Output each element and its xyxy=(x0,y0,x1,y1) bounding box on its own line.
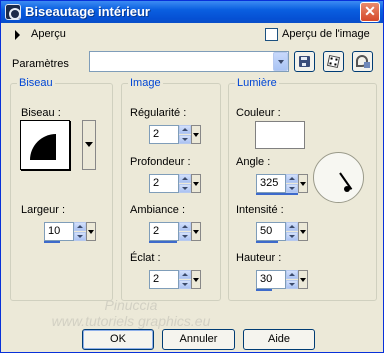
angle-dial[interactable] xyxy=(313,152,364,203)
image-preview-checkbox-label[interactable]: Aperçu de l'image xyxy=(282,28,370,40)
bevel-shape-dropdown-button[interactable] xyxy=(82,120,96,170)
intensity-down-arrow[interactable] xyxy=(286,232,298,241)
watermark-line-2: www.tutoriels graphics.eu xyxy=(51,313,211,329)
app-icon xyxy=(5,4,21,20)
bevel-shape-preview[interactable] xyxy=(20,120,70,170)
ambience-down-arrow[interactable] xyxy=(179,232,191,241)
color-label: Couleur : xyxy=(236,107,281,119)
dialog-window: Biseautage intérieur ✕ Aperçu Aperçu de … xyxy=(0,0,384,353)
depth-menu-button[interactable] xyxy=(191,174,201,193)
smoothness-label: Régularité : xyxy=(130,107,187,119)
depth-input[interactable]: 2 xyxy=(149,174,179,193)
angle-up-arrow[interactable] xyxy=(286,174,298,183)
width-down-arrow[interactable] xyxy=(74,232,86,241)
shininess-down-arrow[interactable] xyxy=(179,280,191,289)
shininess-input[interactable]: 2 xyxy=(149,270,179,289)
shininess-spinner[interactable]: 2 xyxy=(149,270,201,289)
depth-label: Profondeur : xyxy=(130,156,191,168)
width-up-arrow[interactable] xyxy=(74,222,86,231)
elevation-menu-button[interactable] xyxy=(298,270,308,289)
bevel-label: Biseau : xyxy=(21,107,61,119)
width-spinner[interactable]: 10 xyxy=(44,222,96,243)
smoothness-menu-button[interactable] xyxy=(191,125,201,144)
image-preview-checkbox[interactable] xyxy=(265,28,278,41)
ambience-menu-button[interactable] xyxy=(191,222,201,241)
elevation-input[interactable]: 30 xyxy=(256,270,286,289)
elevation-up-arrow[interactable] xyxy=(286,270,298,279)
angle-input[interactable]: 325 xyxy=(256,174,286,193)
close-button[interactable]: ✕ xyxy=(360,2,380,22)
angle-label: Angle : xyxy=(236,156,271,168)
smoothness-input[interactable]: 2 xyxy=(149,125,179,144)
width-slider-track[interactable] xyxy=(44,241,60,243)
smoothness-spinner[interactable]: 2 xyxy=(149,125,201,144)
dial-knob-icon[interactable] xyxy=(344,186,350,192)
presets-label: Paramètres xyxy=(12,58,69,70)
intensity-spinner[interactable]: 50 xyxy=(256,222,308,243)
chevron-down-icon[interactable] xyxy=(273,52,288,71)
ambience-slider-track[interactable] xyxy=(149,241,177,243)
intensity-up-arrow[interactable] xyxy=(286,222,298,231)
shininess-label: Éclat : xyxy=(130,252,161,264)
watermark: Pinuccia www.tutoriels graphics.eu xyxy=(31,297,231,331)
intensity-input[interactable]: 50 xyxy=(256,222,286,241)
ambience-spinner[interactable]: 2 xyxy=(149,222,201,243)
randomize-button[interactable] xyxy=(323,51,344,72)
elevation-slider-track[interactable] xyxy=(256,289,272,291)
cancel-button[interactable]: Annuler xyxy=(162,329,235,350)
preview-row: Aperçu Aperçu de l'image xyxy=(1,24,383,46)
light-color-swatch[interactable] xyxy=(255,121,305,149)
elevation-label: Hauteur : xyxy=(236,252,282,264)
ok-button[interactable]: OK xyxy=(82,329,154,350)
bevel-shape-icon xyxy=(30,134,56,160)
presets-dropdown[interactable] xyxy=(89,51,289,72)
ambience-input[interactable]: 2 xyxy=(149,222,179,241)
width-menu-button[interactable] xyxy=(86,222,96,241)
angle-down-arrow[interactable] xyxy=(286,184,298,193)
width-input[interactable]: 10 xyxy=(44,222,74,241)
shininess-up-arrow[interactable] xyxy=(179,270,191,279)
angle-menu-button[interactable] xyxy=(298,174,308,193)
dice-icon xyxy=(326,54,341,69)
angle-spinner[interactable]: 325 xyxy=(256,174,308,195)
ambience-up-arrow[interactable] xyxy=(179,222,191,231)
elevation-spinner[interactable]: 30 xyxy=(256,270,308,291)
width-label: Largeur : xyxy=(21,204,66,216)
intensity-slider-track[interactable] xyxy=(256,241,278,243)
depth-down-arrow[interactable] xyxy=(179,184,191,193)
smoothness-down-arrow[interactable] xyxy=(179,135,191,144)
bevel-group-title: Biseau xyxy=(17,77,55,89)
save-preset-button[interactable] xyxy=(294,51,315,72)
reset-icon xyxy=(356,55,370,68)
save-icon xyxy=(299,56,310,67)
angle-slider-track[interactable] xyxy=(256,193,298,195)
depth-up-arrow[interactable] xyxy=(179,174,191,183)
intensity-label: Intensité : xyxy=(236,204,284,216)
shininess-menu-button[interactable] xyxy=(191,270,201,289)
expand-triangle-icon[interactable] xyxy=(15,30,20,40)
title-bar[interactable]: Biseautage intérieur ✕ xyxy=(1,1,383,23)
ambience-label: Ambiance : xyxy=(130,204,186,216)
reset-button[interactable] xyxy=(352,51,373,72)
image-group-title: Image xyxy=(128,77,163,89)
elevation-down-arrow[interactable] xyxy=(286,280,298,289)
preview-toggle-label[interactable]: Aperçu xyxy=(31,28,66,40)
watermark-line-1: Pinuccia xyxy=(104,297,158,313)
light-group-title: Lumière xyxy=(235,77,279,89)
intensity-menu-button[interactable] xyxy=(298,222,308,241)
window-title: Biseautage intérieur xyxy=(25,4,150,19)
depth-spinner[interactable]: 2 xyxy=(149,174,201,193)
help-button[interactable]: Aide xyxy=(243,329,315,350)
smoothness-up-arrow[interactable] xyxy=(179,125,191,134)
